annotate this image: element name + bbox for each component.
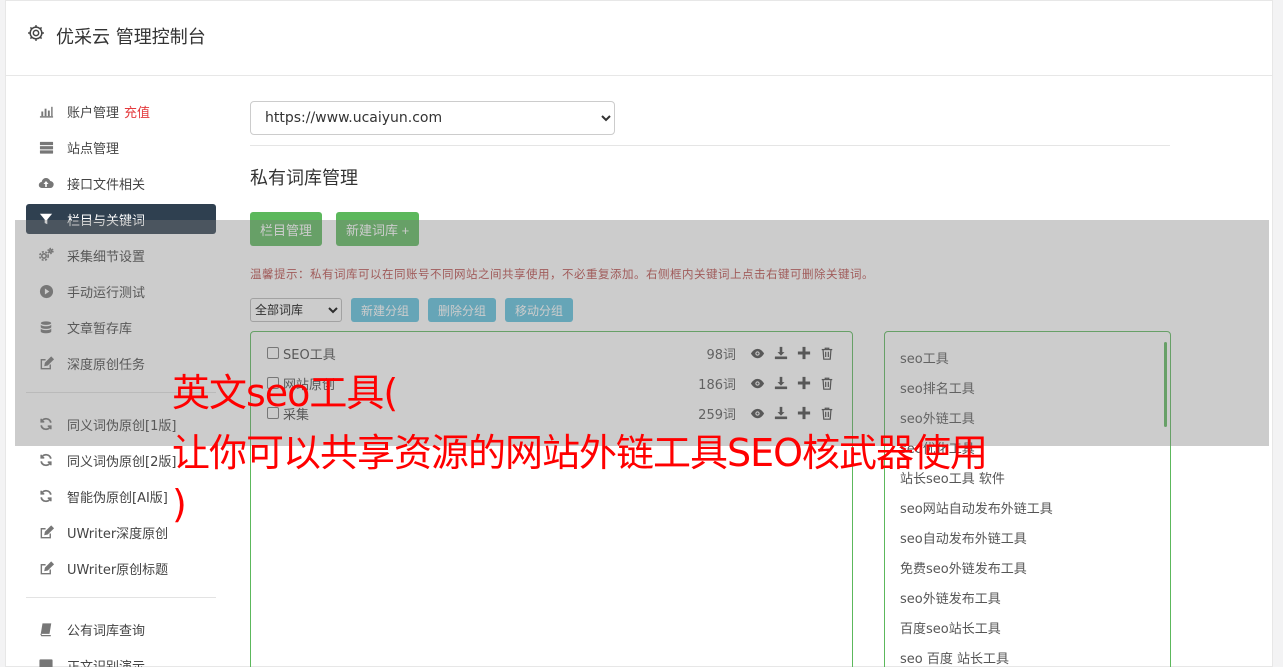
sidebar-item[interactable]: 站点管理 [26, 132, 216, 162]
sidebar-item-label: 同义词伪原创[2版] [67, 454, 177, 470]
keyword-item[interactable]: seo外链发布工具 [885, 582, 1170, 612]
site-select[interactable]: https://www.ucaiyun.com [250, 101, 615, 135]
sidebar-item[interactable]: 账户管理 充值 [26, 96, 216, 126]
page-title: 优采云 管理控制台 [56, 27, 206, 48]
book-icon [38, 621, 54, 637]
overlay-title-line3: ) [172, 482, 187, 526]
keyword-item[interactable]: seo 百度 站长工具 [885, 642, 1170, 667]
sidebar-item-label: 接口文件相关 [67, 177, 146, 193]
divider [250, 145, 1170, 146]
monitor-icon [38, 657, 54, 667]
edit-icon [38, 560, 54, 576]
sidebar-item-label: UWriter深度原创 [67, 526, 169, 542]
sidebar-divider [26, 597, 216, 598]
sidebar-item-label: 正文识别演示 [67, 659, 146, 667]
sidebar-item[interactable]: UWriter原创标题 [26, 553, 216, 583]
cloud-upload-icon [38, 175, 54, 191]
sidebar-item-label: 账户管理 [67, 105, 120, 121]
keyword-item[interactable]: 百度seo站长工具 [885, 612, 1170, 642]
sidebar-item[interactable]: UWriter深度原创 [26, 517, 216, 547]
edit-icon [38, 524, 54, 540]
server-icon [38, 139, 54, 155]
refresh-icon [38, 452, 54, 468]
sidebar-item[interactable]: 接口文件相关 [26, 168, 216, 198]
refresh-icon [38, 488, 54, 504]
overlay-title-line2: 让你可以共享资源的网站外链工具SEO核武器使用 [172, 431, 988, 475]
sidebar-item-label: 智能伪原创[AI版] [67, 490, 168, 506]
top-header: 优采云 管理控制台 [6, 1, 1272, 76]
sidebar-item[interactable]: 公有词库查询 [26, 614, 216, 644]
sidebar-item[interactable]: 正文识别演示 [26, 650, 216, 667]
keyword-item[interactable]: 免费seo外链发布工具 [885, 552, 1170, 582]
sidebar-item-label: 公有词库查询 [67, 623, 146, 639]
sidebar-item-label: UWriter原创标题 [67, 562, 169, 578]
keyword-item[interactable]: seo自动发布外链工具 [885, 522, 1170, 552]
section-title: 私有词库管理 [250, 168, 358, 189]
gear-icon [28, 25, 44, 41]
bar-chart-icon [38, 103, 54, 119]
sidebar-item[interactable]: 智能伪原创[AI版] [26, 481, 216, 511]
keyword-item[interactable]: seo网站自动发布外链工具 [885, 492, 1170, 522]
sidebar-item-label: 站点管理 [67, 141, 120, 157]
overlay-title-line1: 英文seo工具( [172, 371, 398, 415]
recharge-link[interactable]: 充值 [124, 102, 150, 121]
